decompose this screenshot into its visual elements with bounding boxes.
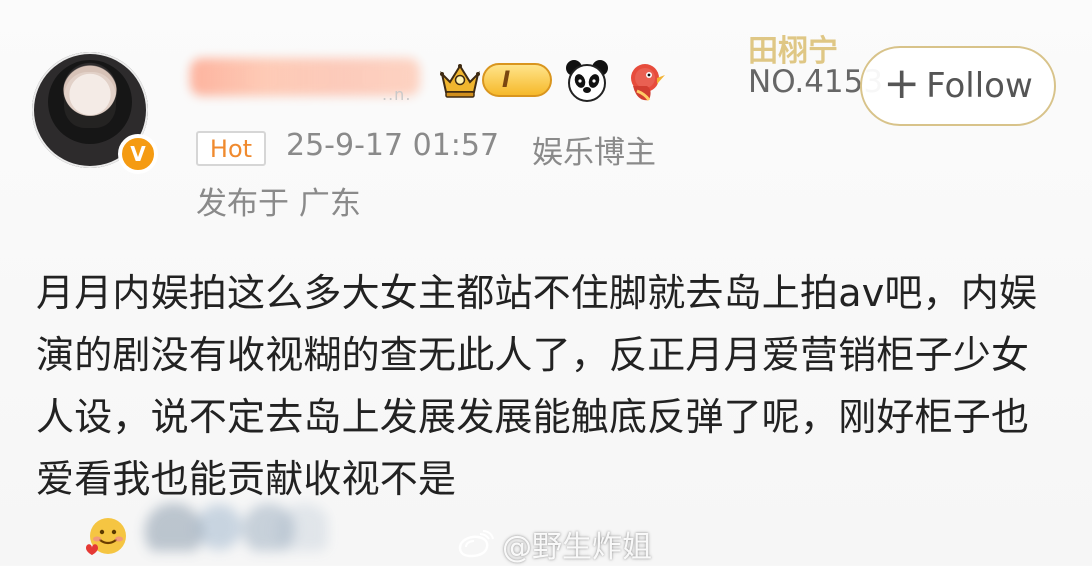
post-location: 发布于 广东: [196, 186, 361, 222]
plus-icon: +: [883, 58, 921, 109]
crown-icon: [440, 64, 480, 98]
verified-badge-icon: V: [118, 134, 158, 174]
weibo-logo-icon: [458, 530, 494, 558]
watermark: @野生炸姐: [452, 522, 652, 566]
blurred-decoration: [130, 503, 328, 551]
user-role: 娱乐博主: [532, 135, 656, 171]
level-badge: I: [482, 63, 552, 97]
follow-label: Follow: [926, 66, 1033, 106]
panda-icon: [566, 60, 608, 102]
emoji-face-icon: [86, 518, 126, 555]
follow-button[interactable]: + Follow: [860, 46, 1056, 126]
bird-icon: [631, 64, 665, 101]
post-body: 月月内娱拍这么多大女主都站不住脚就去岛上拍av吧，内娱演的剧没有收视糊的查无此人…: [36, 271, 1038, 501]
weibo-post-card: V ..n. I Hot 25-9-17 01:57 娱乐博主 发布于 广东 田…: [0, 0, 1092, 565]
post-time: 25-9-17 01:57: [286, 128, 500, 163]
watermark-text: @野生炸姐: [502, 530, 652, 565]
username-tail: ..n.: [382, 85, 412, 104]
hot-tag: Hot: [196, 131, 266, 166]
